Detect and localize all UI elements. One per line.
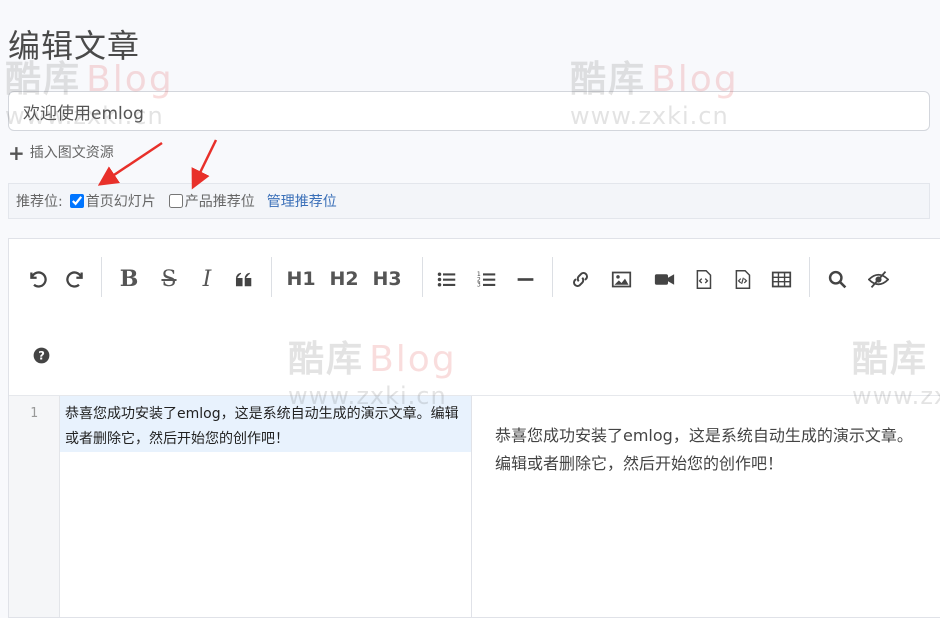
post-title-input[interactable] <box>8 91 930 131</box>
insert-resource-label: 插入图文资源 <box>29 145 114 161</box>
h3-button[interactable]: H3 <box>370 262 404 296</box>
redo-icon[interactable] <box>58 262 92 296</box>
slideshow-label: 首页幻灯片 <box>85 194 156 210</box>
markdown-editor: B S I H1 H2 H3 123 ? 1 恭喜您成功安装了emlog，这是系… <box>8 238 940 618</box>
line-gutter: 1 <box>9 396 60 617</box>
line-number: 1 <box>30 406 38 421</box>
manage-recommend-link[interactable]: 管理推荐位 <box>267 191 337 211</box>
slideshow-checkbox[interactable] <box>69 194 84 208</box>
toolbar-separator <box>809 257 810 297</box>
toolbar-separator <box>101 257 102 297</box>
link-icon[interactable] <box>563 262 597 296</box>
recommend-option-product[interactable]: 产品推荐位 <box>168 191 255 211</box>
image-icon[interactable] <box>604 262 638 296</box>
h1-button[interactable]: H1 <box>284 262 318 296</box>
table-icon[interactable] <box>764 262 798 296</box>
h2-button[interactable]: H2 <box>327 262 361 296</box>
product-label: 产品推荐位 <box>184 194 255 210</box>
bold-icon[interactable]: B <box>112 262 146 296</box>
toolbar-separator <box>552 257 553 297</box>
editor-toolbar: B S I H1 H2 H3 123 ? <box>9 239 940 396</box>
recommend-option-slideshow[interactable]: 首页幻灯片 <box>69 191 156 211</box>
search-icon[interactable] <box>820 262 854 296</box>
recommend-label: 推荐位: <box>16 194 63 210</box>
recommend-bar: 推荐位: 首页幻灯片 产品推荐位 管理推荐位 <box>8 183 930 219</box>
undo-icon[interactable] <box>20 262 54 296</box>
horizontal-rule-icon[interactable] <box>508 262 542 296</box>
toolbar-separator <box>271 257 272 297</box>
code-line-active[interactable]: 恭喜您成功安装了emlog，这是系统自动生成的演示文章。编辑或者删除它，然后开始… <box>60 396 471 452</box>
quote-icon[interactable] <box>227 262 261 296</box>
arrow-product <box>191 139 218 190</box>
svg-text:?: ? <box>38 348 45 362</box>
preview-toggle-icon[interactable] <box>861 262 895 296</box>
page-title: 编辑文章 <box>8 27 141 65</box>
code-icon[interactable] <box>686 262 720 296</box>
toolbar-separator <box>422 257 423 297</box>
italic-icon[interactable]: I <box>190 262 224 296</box>
plus-icon: + <box>8 141 25 165</box>
strikethrough-icon[interactable]: S <box>152 262 186 296</box>
bullet-list-icon[interactable] <box>429 262 463 296</box>
numbered-list-icon[interactable]: 123 <box>469 262 503 296</box>
help-icon[interactable]: ? <box>24 338 58 372</box>
preview-pane: 恭喜您成功安装了emlog，这是系统自动生成的演示文章。编辑或者删除它，然后开始… <box>472 396 940 617</box>
code-pane[interactable]: 1 恭喜您成功安装了emlog，这是系统自动生成的演示文章。编辑或者删除它，然后… <box>9 396 472 617</box>
preview-text: 恭喜您成功安装了emlog，这是系统自动生成的演示文章。编辑或者删除它，然后开始… <box>495 426 913 473</box>
insert-resource-button[interactable]: + 插入图文资源 <box>8 143 114 163</box>
product-checkbox[interactable] <box>168 194 183 208</box>
code-block-icon[interactable] <box>725 262 759 296</box>
svg-text:3: 3 <box>476 281 480 288</box>
video-icon[interactable] <box>647 262 681 296</box>
